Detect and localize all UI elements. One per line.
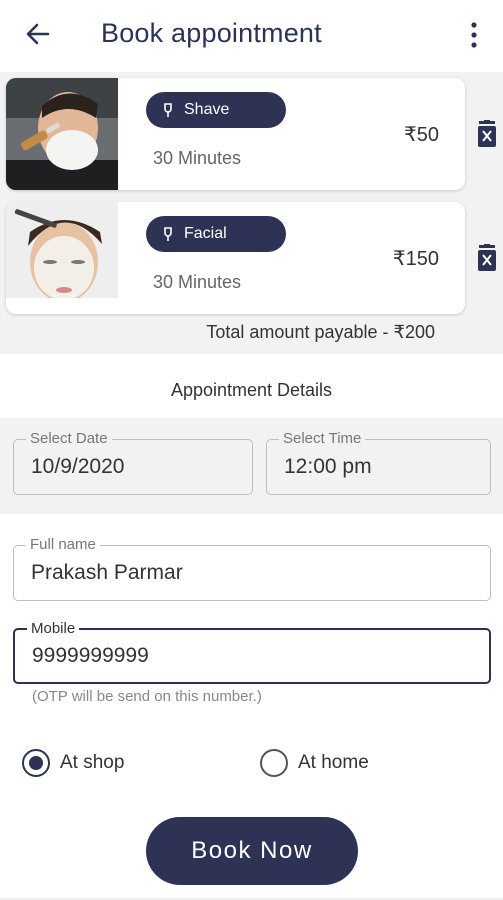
mobile-value: 9999999999 (32, 644, 149, 667)
service-duration: 30 Minutes (153, 272, 242, 292)
radio-selected-icon (22, 749, 50, 777)
razor-icon (164, 227, 172, 241)
date-label: Select Date (26, 430, 112, 447)
delete-facial-icon[interactable] (476, 244, 498, 272)
selected-services: Shave 30 Minutes ₹50 Facial 30 Minutes ₹… (0, 72, 503, 354)
mobile-label: Mobile (27, 620, 80, 637)
delete-shave-icon[interactable] (476, 120, 498, 148)
book-now-button[interactable]: Book Now (146, 817, 358, 885)
contact-form: Full name Prakash Parmar Mobile 99999999… (0, 514, 503, 900)
service-price: ₹50 (404, 124, 439, 146)
more-options-icon[interactable] (466, 20, 482, 50)
shave-service-image (6, 78, 118, 190)
full-name-label: Full name (26, 536, 100, 553)
total-amount: Total amount payable - ₹200 (206, 322, 435, 342)
radio-label: At shop (60, 752, 125, 773)
service-name: Shave (184, 101, 230, 118)
date-field[interactable]: Select Date 10/9/2020 (13, 430, 253, 495)
radio-unselected-icon (260, 749, 288, 777)
back-arrow-icon[interactable] (22, 18, 54, 50)
time-field[interactable]: Select Time 12:00 pm (266, 430, 491, 495)
full-name-value: Prakash Parmar (31, 561, 183, 584)
time-value: 12:00 pm (284, 455, 372, 478)
facial-service-image (6, 202, 118, 314)
radio-at-shop[interactable]: At shop (22, 749, 124, 777)
mobile-field[interactable]: Mobile 9999999999 (13, 620, 491, 684)
date-value: 10/9/2020 (31, 455, 125, 478)
service-card-shave: Shave 30 Minutes ₹50 (6, 78, 465, 190)
radio-at-home[interactable]: At home (260, 749, 369, 777)
service-name: Facial (184, 225, 227, 242)
page-title: Book appointment (101, 18, 322, 48)
full-name-field[interactable]: Full name Prakash Parmar (13, 536, 491, 601)
service-price: ₹150 (392, 248, 439, 270)
service-chip-shave: Shave (146, 92, 286, 128)
radio-label: At home (298, 752, 369, 773)
service-duration: 30 Minutes (153, 148, 242, 168)
appointment-details-heading: Appointment Details (0, 362, 503, 418)
service-card-facial: Facial 30 Minutes ₹150 (6, 202, 465, 314)
service-chip-facial: Facial (146, 216, 286, 252)
app-bar: Book appointment (0, 0, 503, 72)
mobile-hint: (OTP will be send on this number.) (32, 688, 262, 705)
razor-icon (164, 103, 172, 117)
date-time-section: Select Date 10/9/2020 Select Time 12:00 … (0, 418, 503, 514)
time-label: Select Time (279, 430, 366, 447)
